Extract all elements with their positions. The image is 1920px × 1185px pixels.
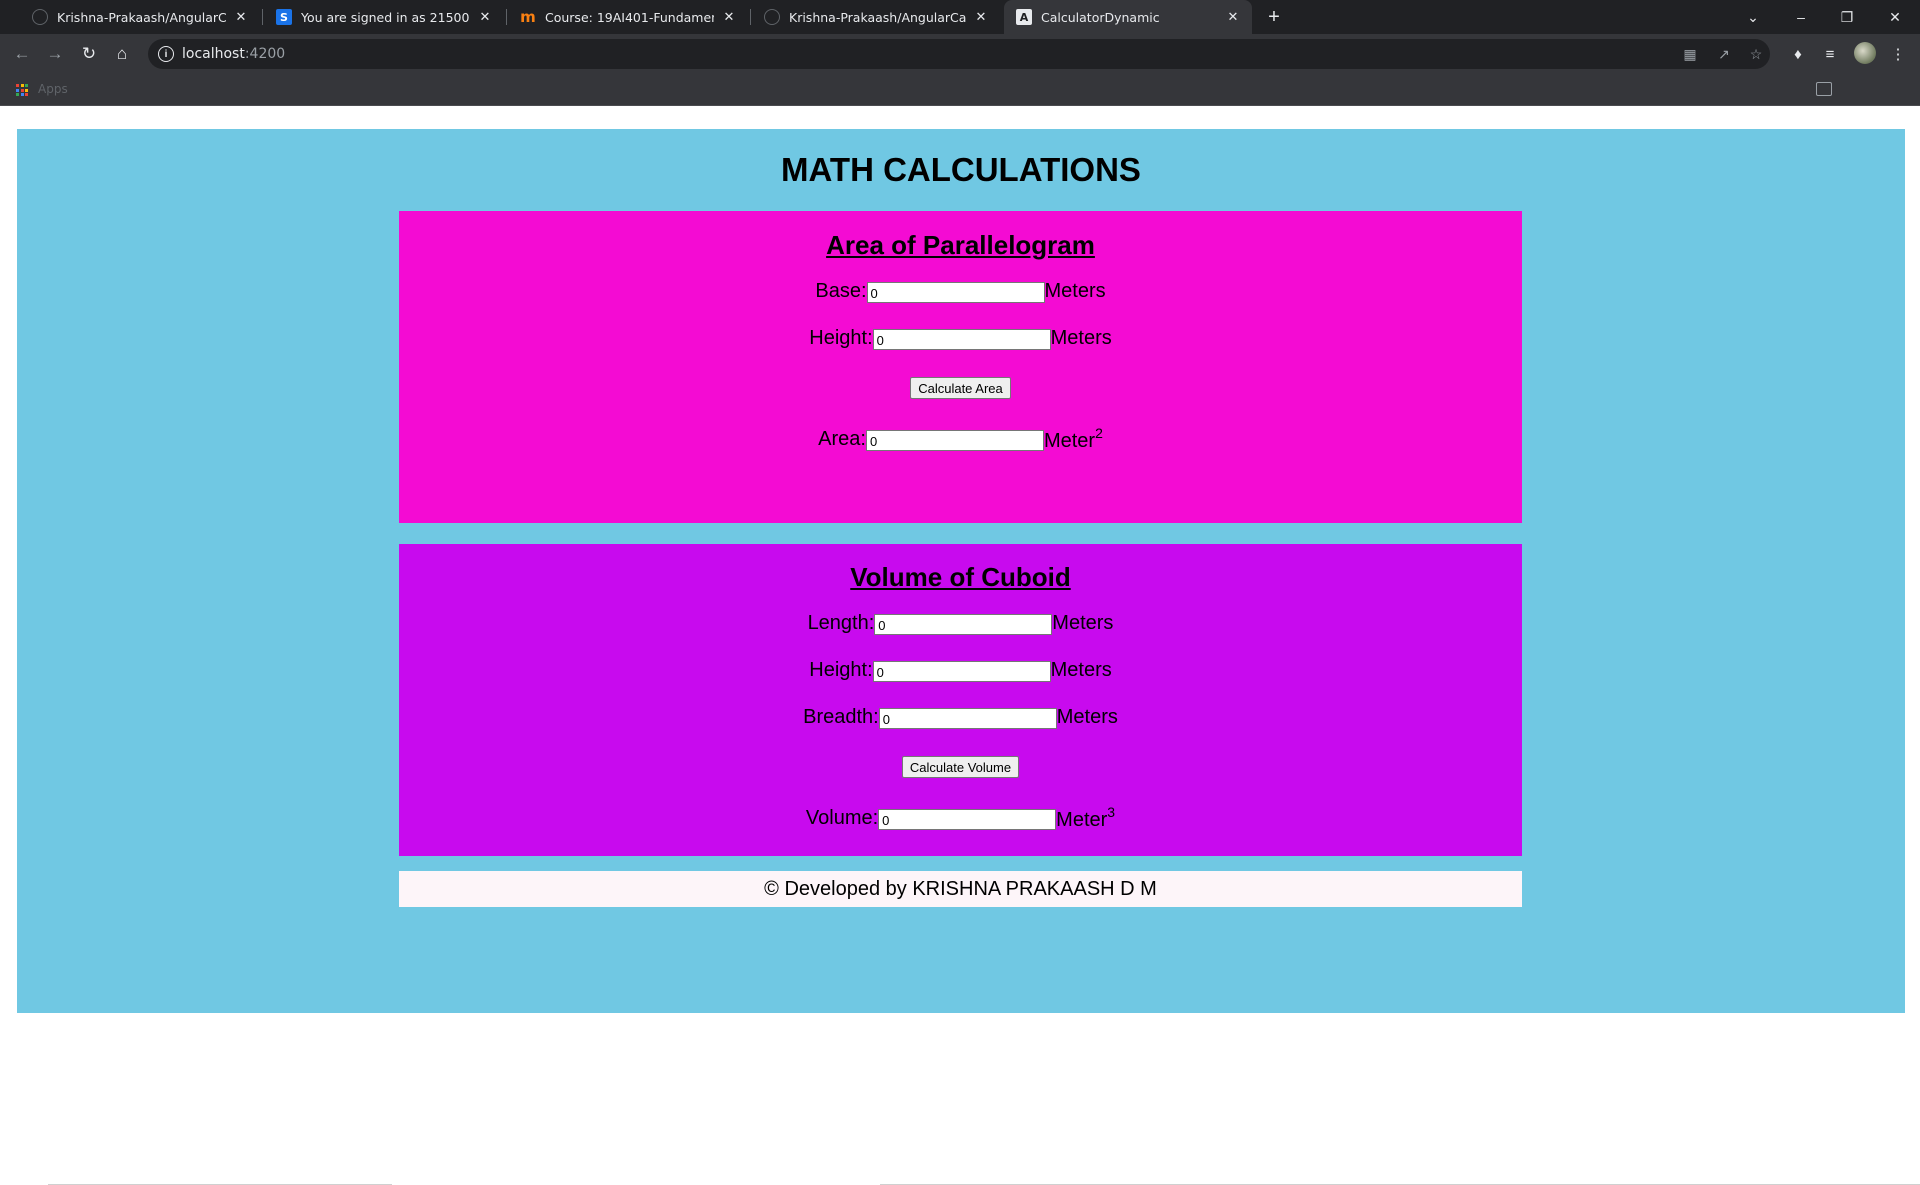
tab-github-2[interactable]: Krishna-Prakaash/AngularCalcula ✕ — [752, 0, 1000, 34]
tab-title: Course: 19AI401-Fundamental of — [545, 9, 714, 25]
window-close-icon[interactable]: ✕ — [1872, 0, 1918, 34]
volume-height-unit: Meters — [1050, 659, 1112, 681]
github-icon — [32, 9, 48, 25]
height-label: Height: — [809, 327, 873, 349]
moodle-icon: m — [520, 8, 536, 26]
share-icon[interactable]: ↗ — [1714, 44, 1734, 64]
menu-dots-icon[interactable]: ⋮ — [1886, 42, 1910, 66]
restore-icon[interactable]: ❐ — [1824, 0, 1870, 34]
apps-bookmark-label[interactable]: Apps — [38, 82, 68, 96]
angular-icon: A — [1016, 9, 1032, 25]
area-result-unit: Meter2 — [1044, 425, 1103, 453]
extensions-icon[interactable]: ♦ — [1786, 42, 1810, 66]
breadth-unit: Meters — [1056, 706, 1118, 728]
close-icon[interactable]: ✕ — [720, 8, 738, 26]
reading-list-icon[interactable] — [1816, 82, 1832, 96]
area-result-input[interactable] — [865, 429, 1044, 451]
length-input[interactable] — [874, 614, 1053, 635]
calculate-volume-button[interactable]: Calculate Volume — [901, 756, 1020, 778]
height-row: Height: Meters — [399, 327, 1522, 350]
site-info-icon[interactable]: i — [158, 46, 174, 62]
browser-tab-strip: Krishna-Prakaash/AngularCalcula ✕ S You … — [0, 0, 1920, 34]
area-card: Area of Parallelogram Base: Meters Heigh… — [399, 211, 1522, 523]
translate-icon[interactable]: ▦ — [1680, 44, 1700, 64]
address-port: :4200 — [244, 46, 286, 62]
reload-icon[interactable]: ↻ — [75, 40, 103, 68]
close-icon[interactable]: ✕ — [972, 8, 990, 26]
base-label: Base: — [815, 280, 867, 302]
tab-signed-in[interactable]: S You are signed in as 21500183 ✕ — [264, 0, 504, 34]
area-unit-exponent: 2 — [1095, 425, 1103, 441]
back-icon[interactable]: ← — [8, 40, 36, 68]
forward-icon[interactable]: → — [41, 40, 69, 68]
breadth-label: Breadth: — [803, 706, 879, 728]
area-unit-text: Meter — [1043, 430, 1096, 452]
calculate-volume-row: Calculate Volume — [399, 756, 1522, 778]
volume-unit-exponent: 3 — [1107, 804, 1116, 820]
volume-height-label: Height: — [809, 659, 873, 681]
base-row: Base: Meters — [399, 280, 1522, 303]
base-input[interactable] — [866, 282, 1045, 303]
calculate-area-button[interactable]: Calculate Area — [910, 377, 1011, 399]
volume-card: Volume of Cuboid Length: Meters Height: … — [399, 544, 1522, 856]
tab-title: You are signed in as 21500183 — [301, 9, 470, 25]
tab-divider — [506, 9, 507, 25]
footer-credit: © Developed by KRISHNA PRAKAASH D M — [399, 871, 1522, 907]
tab-title: CalculatorDynamic — [1041, 9, 1160, 25]
bookmarks-bar: Apps — [0, 74, 1920, 106]
breadth-input[interactable] — [878, 708, 1057, 729]
height-unit: Meters — [1050, 327, 1112, 349]
volume-result-label: Volume: — [805, 806, 879, 829]
s-icon: S — [276, 9, 292, 25]
volume-height-row: Height: Meters — [399, 659, 1522, 682]
home-icon[interactable]: ⌂ — [108, 40, 136, 68]
close-icon[interactable]: ✕ — [476, 8, 494, 26]
area-heading: Area of Parallelogram — [826, 230, 1095, 260]
length-label: Length: — [807, 612, 875, 634]
length-unit: Meters — [1052, 612, 1114, 634]
minimize-icon[interactable]: – — [1778, 0, 1824, 34]
tab-calculator-dynamic[interactable]: A CalculatorDynamic ✕ — [1004, 0, 1252, 34]
address-host: localhost — [182, 46, 245, 62]
profile-avatar[interactable] — [1854, 42, 1876, 64]
bookmark-star-icon[interactable]: ☆ — [1746, 44, 1766, 64]
page-viewport: MATH CALCULATIONS Area of Parallelogram … — [0, 106, 1920, 1185]
tab-title: Krishna-Prakaash/AngularCalcula — [57, 9, 226, 25]
tab-moodle-course[interactable]: m Course: 19AI401-Fundamental of ✕ — [508, 0, 748, 34]
page-title: MATH CALCULATIONS — [781, 151, 1141, 188]
tab-search-chevron-icon[interactable]: ⌄ — [1730, 0, 1776, 34]
calculate-area-row: Calculate Area — [399, 377, 1522, 399]
breadth-row: Breadth: Meters — [399, 706, 1522, 729]
height-input[interactable] — [872, 329, 1051, 350]
browser-toolbar: ← → ↻ ⌂ i localhost:4200 ▦ ↗ ☆ ♦ ≡ ⋮ — [0, 34, 1920, 74]
base-unit: Meters — [1044, 280, 1106, 302]
app-container: MATH CALCULATIONS Area of Parallelogram … — [17, 129, 1905, 1013]
tab-divider — [262, 9, 263, 25]
volume-height-input[interactable] — [872, 661, 1051, 682]
volume-result-input[interactable] — [878, 808, 1057, 830]
new-tab-button[interactable]: + — [1262, 5, 1286, 29]
address-url: localhost:4200 — [182, 46, 285, 62]
tab-title: Krishna-Prakaash/AngularCalcula — [789, 9, 966, 25]
volume-unit-text: Meter — [1056, 809, 1108, 831]
tab-divider — [750, 9, 751, 25]
apps-grid-icon[interactable] — [16, 84, 28, 96]
area-result-label: Area: — [818, 427, 866, 450]
volume-heading: Volume of Cuboid — [850, 562, 1071, 592]
media-controls-icon[interactable]: ≡ — [1818, 42, 1842, 66]
close-icon[interactable]: ✕ — [1224, 8, 1242, 26]
close-icon[interactable]: ✕ — [232, 8, 250, 26]
volume-result-unit: Meter3 — [1056, 804, 1115, 832]
area-result-row: Area: Meter2 — [399, 425, 1522, 453]
tab-github-1[interactable]: Krishna-Prakaash/AngularCalcula ✕ — [20, 0, 260, 34]
volume-result-row: Volume: Meter3 — [399, 804, 1522, 832]
length-row: Length: Meters — [399, 612, 1522, 635]
github-icon — [764, 9, 780, 25]
address-bar[interactable]: i localhost:4200 ▦ ↗ ☆ — [148, 39, 1770, 69]
